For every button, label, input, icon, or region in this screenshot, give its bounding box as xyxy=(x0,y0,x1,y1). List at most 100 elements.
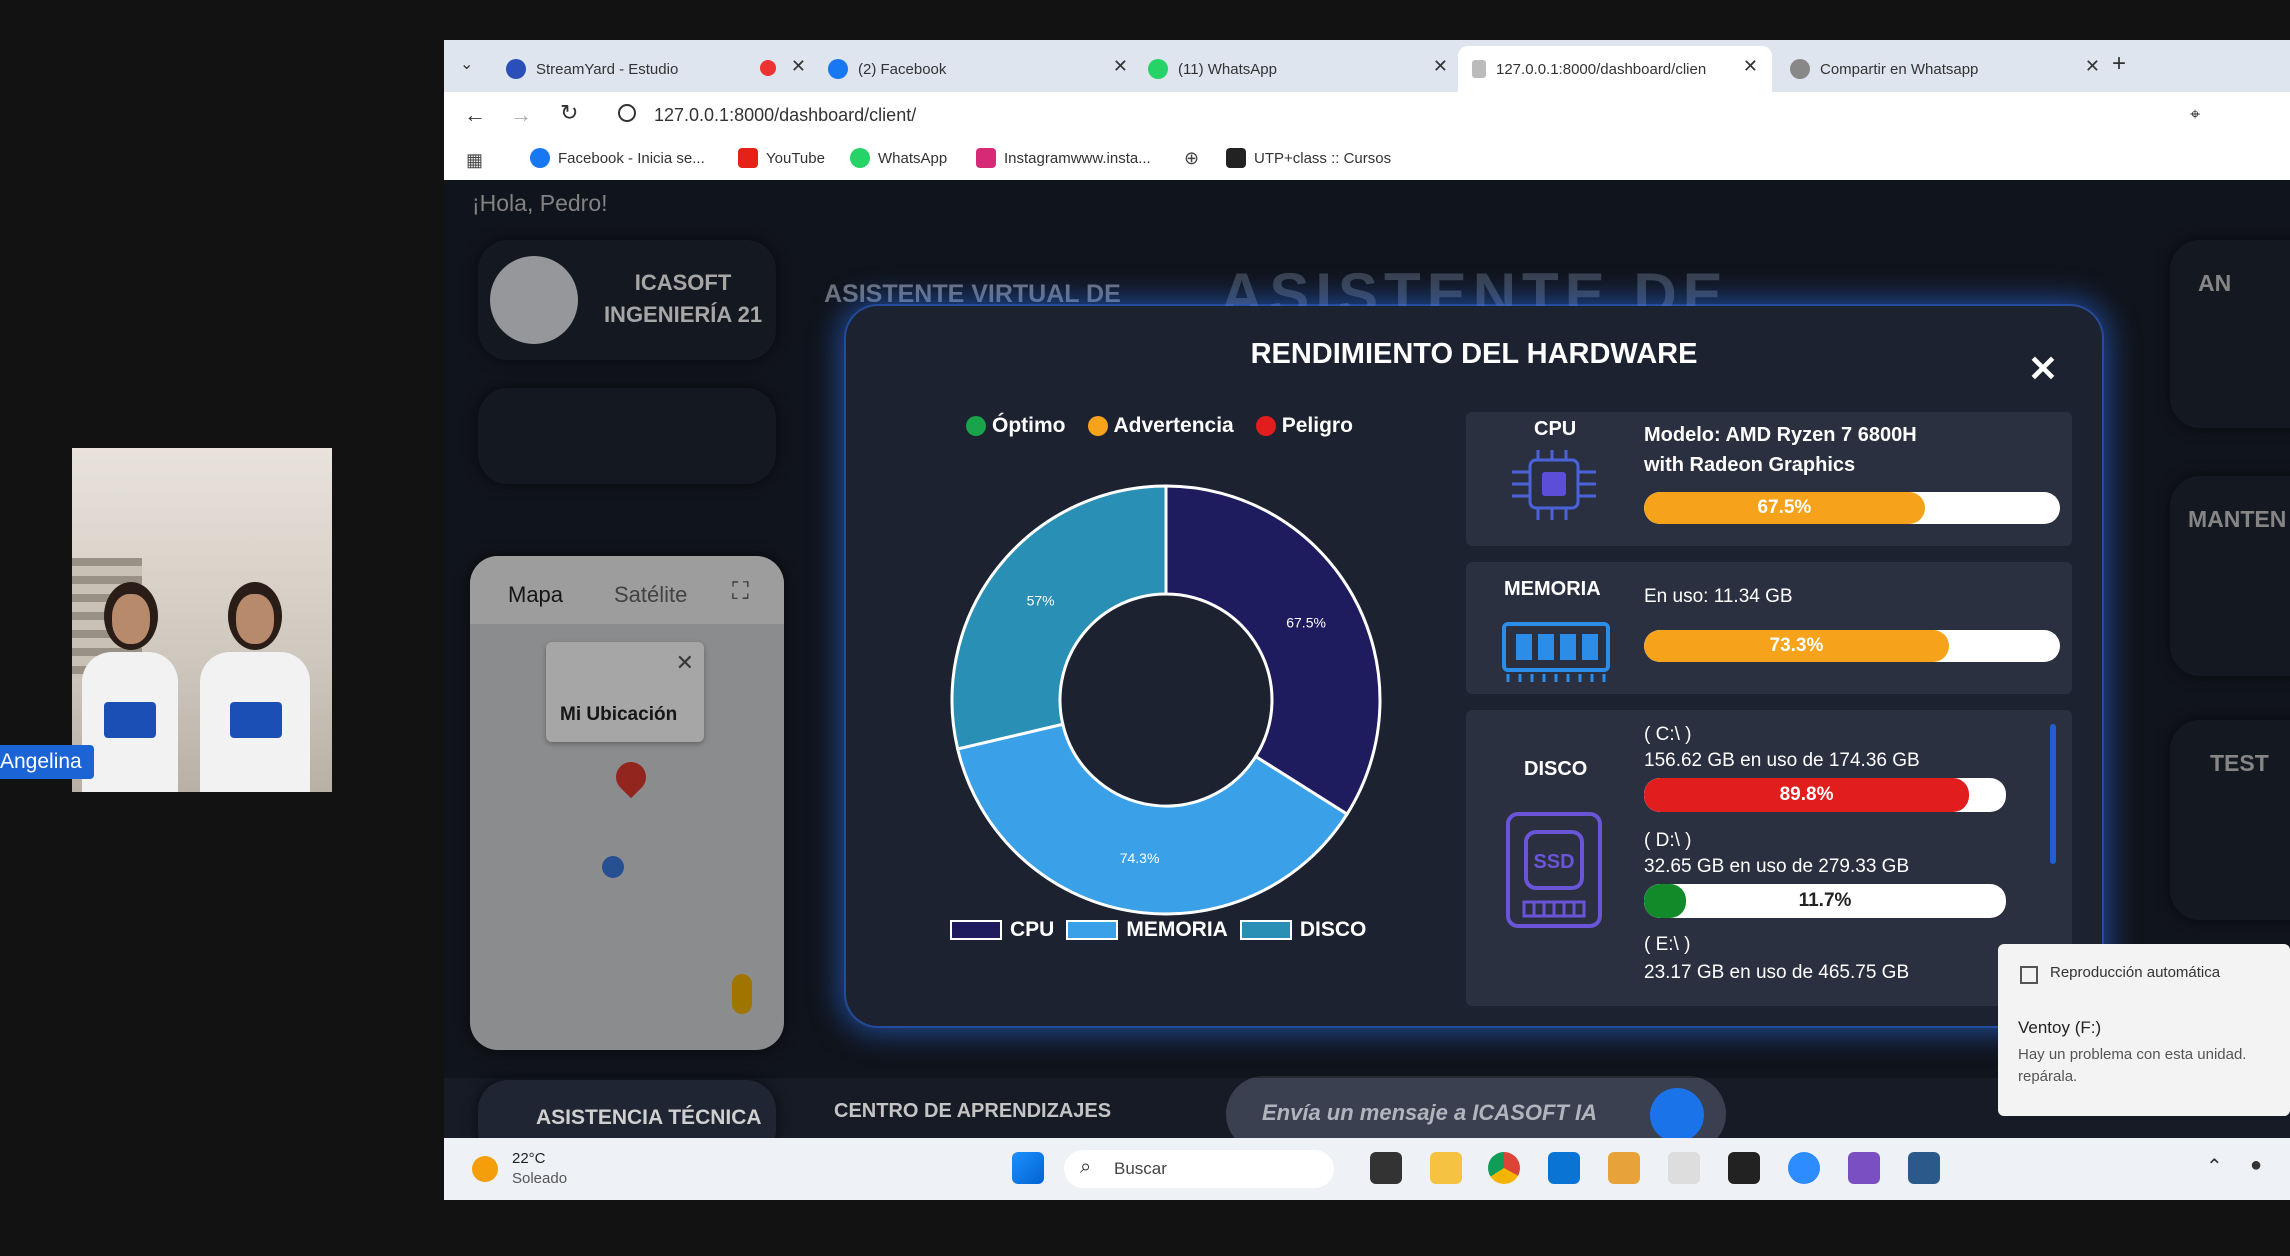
chart-legend: CPU MEMORIA DISCO xyxy=(950,918,1366,942)
drive-c-name: ( C:\ ) xyxy=(1644,724,1692,745)
globe-icon[interactable]: ⊕ xyxy=(1184,148,1199,169)
donut-label-cpu: 67.5% xyxy=(1286,615,1326,631)
close-icon[interactable]: ✕ xyxy=(1433,56,1448,77)
modal-title: RENDIMIENTO DEL HARDWARE xyxy=(1250,338,1698,370)
zoom-icon[interactable] xyxy=(1788,1152,1820,1184)
tab-whatsapp[interactable]: (11) WhatsApp ✕ xyxy=(1148,46,1448,92)
bookmark-youtube[interactable]: YouTube xyxy=(738,148,825,168)
legend-label: Óptimo xyxy=(992,414,1066,437)
taskbar-search[interactable]: ⌕ Buscar xyxy=(1064,1150,1334,1188)
close-icon[interactable]: ✕ xyxy=(1743,56,1758,77)
autoplay-icon xyxy=(2020,966,2038,984)
facebook-icon xyxy=(530,148,550,168)
weather-temp: 22°C xyxy=(512,1150,546,1167)
person-left xyxy=(82,582,178,792)
drive-c-detail: 156.62 GB en uso de 174.36 GB xyxy=(1644,750,1920,771)
facebook-icon xyxy=(828,59,848,79)
legend-dot xyxy=(966,416,986,437)
windows-start-icon[interactable] xyxy=(1012,1152,1044,1184)
bookmark-label: WhatsApp xyxy=(878,149,948,167)
disk-card: DISCO SSD ( C:\ ) 156.62 GB en uso de 17… xyxy=(1466,710,2072,1006)
legend-label: MEMORIA xyxy=(1126,918,1228,941)
reload-icon[interactable]: ↻ xyxy=(560,100,578,126)
donut-label-memoria: 74.3% xyxy=(1120,850,1160,866)
visual-studio-icon[interactable] xyxy=(1848,1152,1880,1184)
legend-dot xyxy=(1255,416,1276,437)
disk-scrollbar[interactable] xyxy=(2050,724,2056,864)
learning-center[interactable]: CENTRO DE APRENDIZAJES xyxy=(834,1100,1111,1123)
memory-card: MEMORIA En uso: 11.34 GB 73.3% xyxy=(1466,562,2072,694)
legend-label: Peligro xyxy=(1281,414,1353,437)
site-info-icon[interactable] xyxy=(618,104,636,122)
tab-search-icon[interactable]: ⌄ xyxy=(460,54,473,74)
notepad-icon[interactable] xyxy=(1668,1152,1700,1184)
file-explorer-icon[interactable] xyxy=(1430,1152,1462,1184)
microphone-tray-icon[interactable]: ● xyxy=(2250,1154,2262,1177)
address-bar[interactable]: 127.0.0.1:8000/dashboard/client/ xyxy=(654,105,916,126)
legend-swatch xyxy=(1239,920,1292,941)
bookmark-label: UTP+class :: Cursos xyxy=(1254,149,1392,167)
chrome-icon[interactable] xyxy=(1488,1152,1520,1184)
app-icon-1[interactable] xyxy=(1608,1152,1640,1184)
legend-peligro: Peligro xyxy=(1255,414,1353,438)
tab-title: (2) Facebook xyxy=(858,60,947,78)
taskbar: 22°C Soleado ⌕ Buscar ⌃ ● xyxy=(444,1138,2290,1200)
close-icon[interactable]: ✕ xyxy=(2085,56,2100,77)
donut-label-disco: 57% xyxy=(1027,593,1055,609)
drive-e-detail: 23.17 GB en uso de 465.75 GB xyxy=(1644,962,1910,983)
webcam-name-label: Angelina xyxy=(0,745,94,779)
drive-d-usage-bar: 11.7% xyxy=(1644,884,2006,918)
tab-title: 127.0.0.1:8000/dashboard/clien xyxy=(1496,60,1707,78)
bookmark-instagram[interactable]: Instagramwww.insta... xyxy=(976,148,1151,168)
autoplay-notification[interactable]: Reproducción automática Ventoy (F:) Hay … xyxy=(1998,944,2290,1116)
jetbrains-icon[interactable] xyxy=(1728,1152,1760,1184)
legend-label: Advertencia xyxy=(1113,414,1234,437)
weather-icon xyxy=(472,1156,498,1182)
whatsapp-icon xyxy=(1148,59,1168,79)
instagram-icon xyxy=(976,148,996,168)
back-icon[interactable]: ← xyxy=(464,102,486,128)
close-icon[interactable]: ✕ xyxy=(2028,348,2058,390)
tab-dashboard[interactable]: 127.0.0.1:8000/dashboard/clien ✕ xyxy=(1458,46,1772,92)
cpu-model-line1: Modelo: AMD Ryzen 7 6800H xyxy=(1644,424,1917,446)
page-icon xyxy=(1472,60,1486,78)
bookmark-facebook[interactable]: Facebook - Inicia se... xyxy=(530,148,705,168)
utp-icon xyxy=(1226,148,1246,168)
legend-swatch xyxy=(950,920,1002,941)
tab-compartir[interactable]: Compartir en Whatsapp ✕ xyxy=(1790,46,2100,92)
tab-streamyard[interactable]: StreamYard - Estudio ✕ xyxy=(506,46,806,92)
usage-donut-chart: 67.5% 74.3% 57% xyxy=(950,484,1382,916)
donut-slice-cpu xyxy=(1164,484,1382,817)
bookmark-utp[interactable]: UTP+class :: Cursos xyxy=(1226,148,1391,168)
bookmark-label: Facebook - Inicia se... xyxy=(558,149,705,167)
bookmark-whatsapp[interactable]: WhatsApp xyxy=(850,148,947,168)
whatsapp-icon xyxy=(850,148,870,168)
new-tab-button[interactable]: + xyxy=(2112,50,2126,78)
legend-label: DISCO xyxy=(1299,918,1367,941)
legend-advertencia: Advertencia xyxy=(1087,414,1234,438)
forward-icon[interactable]: → xyxy=(510,102,532,128)
microphone-icon[interactable] xyxy=(1650,1088,1704,1142)
tab-title: StreamYard - Estudio xyxy=(536,60,679,78)
toast-header: Reproducción automática xyxy=(2050,964,2221,981)
apps-icon[interactable]: ▦ xyxy=(466,150,483,171)
drive-e-name: ( E:\ ) xyxy=(1644,934,1691,955)
toolbar: ← → ↻ 127.0.0.1:8000/dashboard/client/ ⌖ xyxy=(444,92,2290,138)
donut-slice-disco xyxy=(950,484,1168,751)
chat-placeholder: Envía un mensaje a ICASOFT IA xyxy=(1262,1100,1597,1125)
toast-body: Hay un problema con esta unidad. repáral… xyxy=(2018,1046,2247,1085)
app-icon-2[interactable] xyxy=(1908,1152,1940,1184)
drive-d-usage-text: 11.7% xyxy=(1798,890,1852,911)
recording-icon xyxy=(760,60,776,76)
task-view-icon[interactable] xyxy=(1370,1152,1402,1184)
hardware-modal: RENDIMIENTO DEL HARDWARE ✕ Óptimo Advert… xyxy=(846,306,2102,1026)
chevron-up-icon[interactable]: ⌃ xyxy=(2206,1154,2223,1179)
location-icon[interactable]: ⌖ xyxy=(2190,104,2200,125)
bookmark-label: Instagramwww.insta... xyxy=(1004,149,1151,167)
tab-facebook[interactable]: (2) Facebook ✕ xyxy=(828,46,1128,92)
close-icon[interactable]: ✕ xyxy=(1113,56,1128,77)
search-placeholder: Buscar xyxy=(1114,1159,1167,1178)
legend-memoria: MEMORIA xyxy=(1066,918,1228,942)
close-icon[interactable]: ✕ xyxy=(791,56,806,77)
vscode-icon[interactable] xyxy=(1548,1152,1580,1184)
